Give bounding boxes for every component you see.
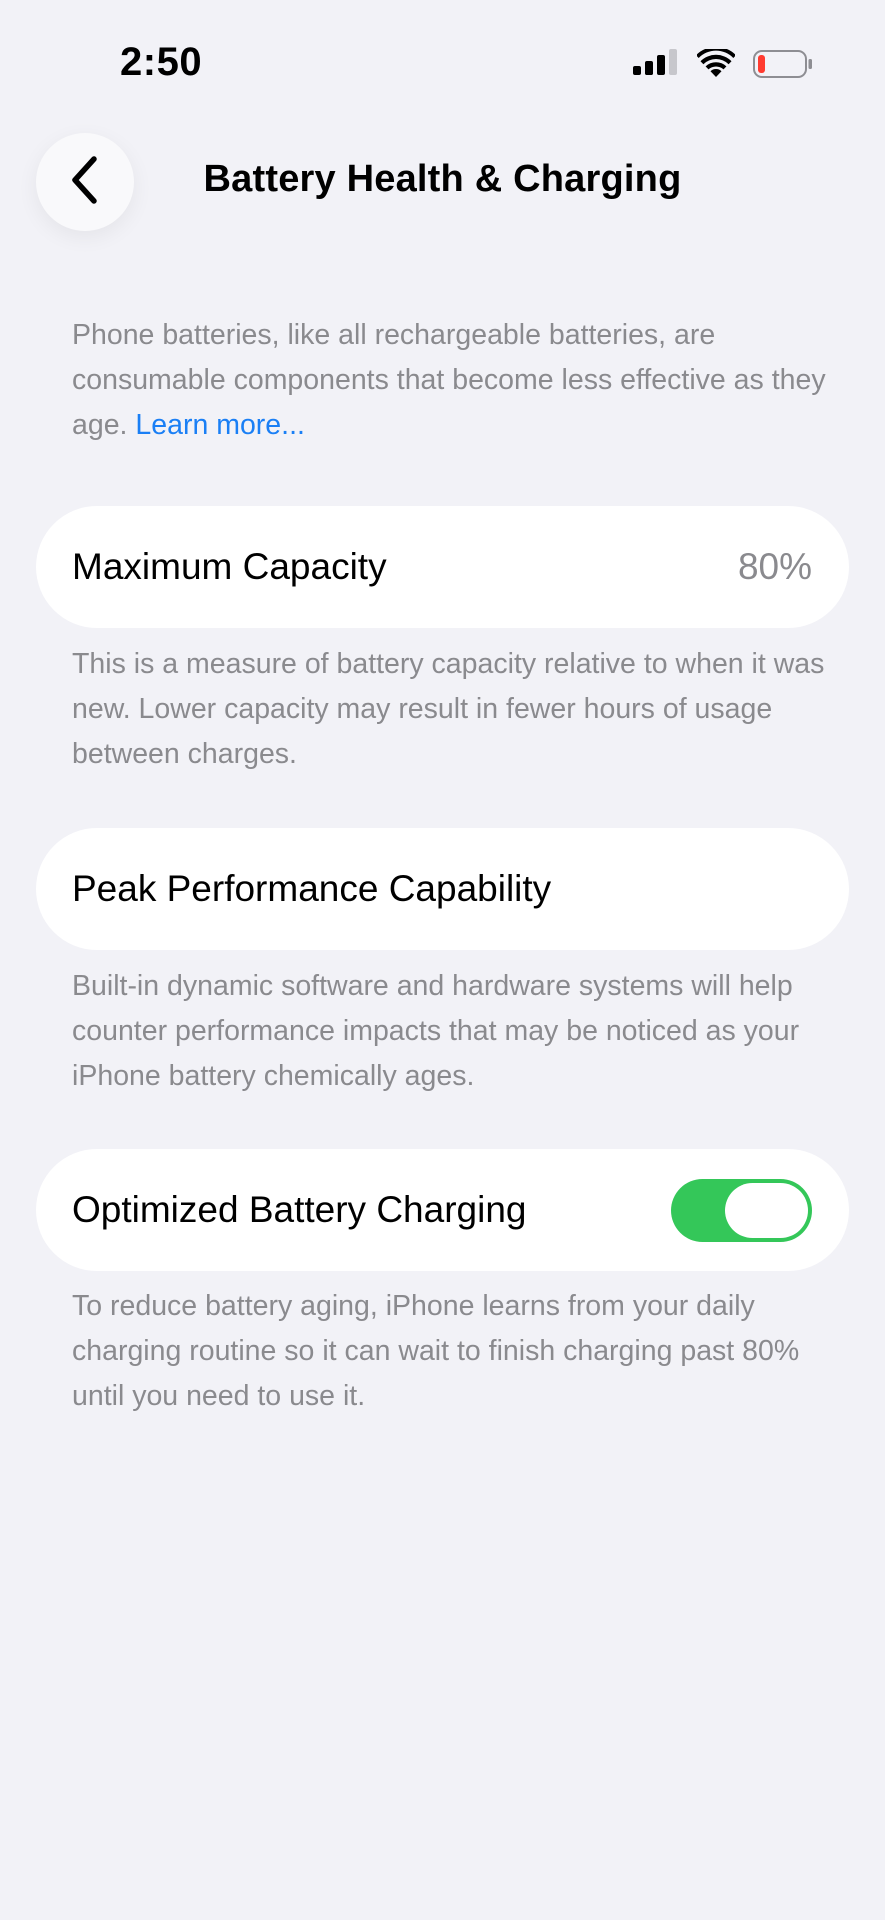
learn-more-link[interactable]: Learn more...: [135, 409, 305, 441]
page-title: Battery Health & Charging: [203, 158, 682, 200]
optimized-charging-footnote: To reduce battery aging, iPhone learns f…: [72, 1290, 800, 1412]
cellular-signal-icon: [633, 48, 679, 84]
maximum-capacity-value: 80%: [737, 546, 812, 587]
optimized-charging-toggle[interactable]: [671, 1178, 812, 1242]
peak-performance-label: Peak Performance Capability: [72, 868, 552, 909]
peak-performance-row: Peak Performance Capability: [36, 828, 849, 950]
maximum-capacity-label: Maximum Capacity: [72, 546, 387, 587]
status-bar: 2:50: [0, 0, 885, 120]
maximum-capacity-row: Maximum Capacity 80%: [36, 506, 849, 628]
maximum-capacity-footnote: This is a measure of battery capacity re…: [72, 648, 825, 770]
status-time: 2:50: [120, 40, 203, 84]
optimized-charging-label: Optimized Battery Charging: [72, 1189, 527, 1230]
intro-text: Phone batteries, like all rechargeable b…: [72, 313, 832, 448]
optimized-charging-row: Optimized Battery Charging: [36, 1149, 849, 1271]
toggle-knob: [725, 1182, 808, 1238]
battery-low-icon: [753, 49, 813, 84]
status-icons: [633, 46, 813, 84]
wifi-icon: [696, 46, 736, 84]
peak-performance-footnote: Built-in dynamic software and hardware s…: [72, 970, 800, 1092]
